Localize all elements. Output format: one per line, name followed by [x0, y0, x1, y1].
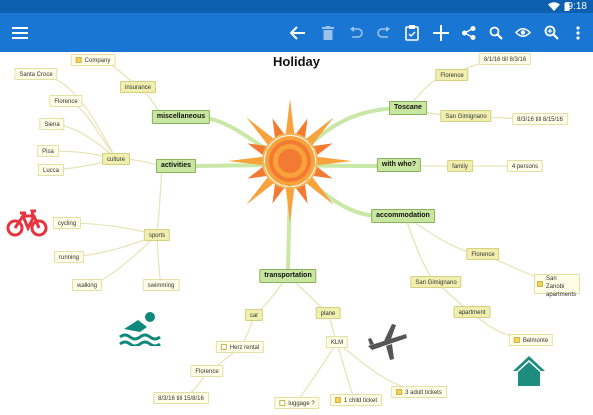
house-icon: [513, 356, 545, 386]
node-klm[interactable]: KLM: [325, 336, 349, 348]
node-adult-tickets-label: 3 adult tickets: [405, 390, 442, 396]
checkbox-icon[interactable]: [279, 400, 286, 406]
sun-ray: [305, 176, 334, 205]
node-herz-label: Herz rental: [229, 345, 260, 351]
sun-ray: [246, 117, 275, 146]
node-child-ticket[interactable]: 1 child ticket: [329, 394, 383, 406]
node-car[interactable]: car: [244, 309, 264, 321]
node-company-label: Company: [84, 58, 111, 64]
node-toscane-san-gimignano[interactable]: San Gimignano: [440, 110, 492, 122]
sun-ray: [316, 156, 352, 166]
node-transportation[interactable]: transportation: [259, 269, 317, 283]
checkbox-icon[interactable]: [513, 337, 520, 343]
node-apartment[interactable]: apartment: [453, 306, 491, 318]
node-belmonte-label: Belmonte: [522, 338, 549, 344]
node-toscane[interactable]: Toscane: [389, 101, 427, 115]
node-belmonte[interactable]: Belmonte: [508, 334, 554, 346]
node-activities[interactable]: activities: [156, 159, 196, 173]
node-sg-dates[interactable]: 8/3/16 till 8/15/16: [512, 113, 568, 125]
checkbox-icon[interactable]: [334, 397, 341, 403]
node-miscellaneous[interactable]: miscellaneous: [151, 110, 211, 124]
node-cycling[interactable]: cycling: [52, 217, 82, 229]
node-car-florence[interactable]: Florence: [190, 365, 224, 377]
node-family[interactable]: family: [447, 160, 473, 172]
sun-ray: [228, 156, 264, 166]
airplane-icon: [368, 324, 407, 360]
node-luggage-label: luggage ?: [288, 401, 315, 407]
node-company[interactable]: Company: [70, 54, 116, 66]
node-swimming[interactable]: swimming: [142, 279, 180, 291]
checkbox-icon[interactable]: [537, 281, 543, 287]
sun-ray: [285, 187, 295, 223]
node-car-dates[interactable]: 8/3/16 till 15/8/16: [153, 392, 209, 404]
bicycle-icon: [6, 209, 48, 237]
node-culture-florence[interactable]: Florence: [49, 95, 83, 107]
node-toscane-florence[interactable]: Florence: [435, 69, 469, 81]
node-culture[interactable]: culture: [101, 153, 131, 165]
sun-ray: [246, 176, 275, 205]
node-lucca[interactable]: Lucca: [37, 164, 65, 176]
node-persons[interactable]: 4 persons: [506, 160, 544, 172]
swimmer-icon: [119, 312, 161, 346]
node-luggage[interactable]: luggage ?: [274, 397, 320, 409]
node-walking[interactable]: walking: [71, 279, 103, 291]
node-running[interactable]: running: [53, 251, 85, 263]
node-santa-croce[interactable]: Santa Croce: [14, 68, 58, 80]
sun-ray: [305, 117, 334, 146]
node-herz-rental[interactable]: Herz rental: [215, 341, 265, 353]
checkbox-icon[interactable]: [220, 344, 227, 350]
node-accommodation-florence[interactable]: Florence: [466, 248, 500, 260]
checkbox-icon[interactable]: [396, 389, 403, 395]
node-with-who[interactable]: with who?: [376, 158, 422, 172]
node-siena[interactable]: Siena: [39, 118, 65, 130]
node-san-zanobi[interactable]: San Zanobi apartments: [534, 274, 580, 298]
node-adult-tickets[interactable]: 3 adult tickets: [391, 386, 447, 398]
checkbox-icon[interactable]: [75, 57, 82, 63]
node-accommodation-san-gimignano[interactable]: San Gimignano: [410, 276, 462, 288]
node-sports[interactable]: sports: [143, 229, 171, 241]
sun-icon: [228, 99, 352, 223]
sun-ray: [285, 99, 295, 135]
node-pisa[interactable]: Pisa: [37, 145, 59, 157]
node-plane[interactable]: plane: [315, 307, 341, 319]
node-san-zanobi-label: San Zanobi apartments: [546, 276, 577, 298]
node-child-ticket-label: 1 child ticket: [343, 398, 378, 404]
node-insurance[interactable]: insurance: [119, 81, 157, 93]
node-florence-dates[interactable]: 8/1/16 till 8/3/16: [478, 53, 532, 65]
node-accommodation[interactable]: accommodation: [371, 209, 435, 223]
